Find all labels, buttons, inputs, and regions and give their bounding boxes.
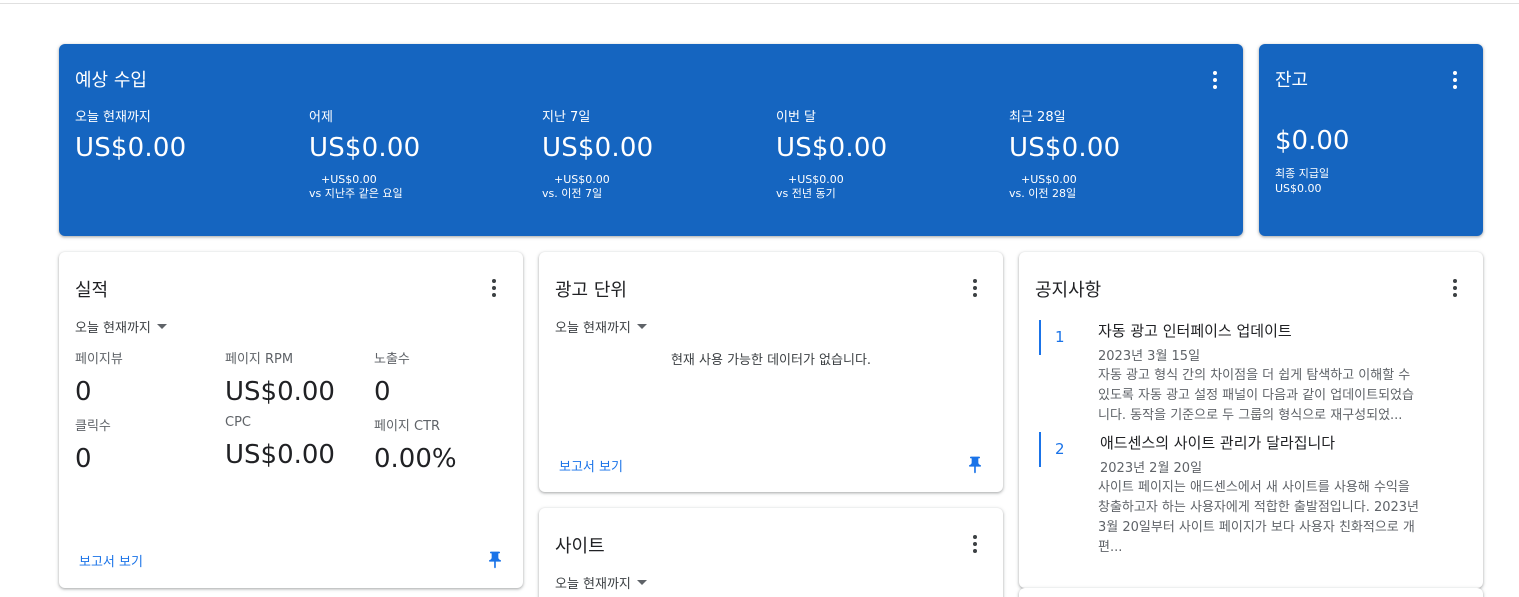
performance-range-dropdown[interactable]: 오늘 현재까지 [75,317,167,336]
sites-range-dropdown[interactable]: 오늘 현재까지 [555,573,647,592]
balance-more-icon[interactable] [1443,68,1467,92]
earnings-more-icon[interactable] [1203,68,1227,92]
notice-text-line: 사이트 페이지는 애드센스에서 새 사이트를 사용해 수익을 [1098,480,1410,495]
metric-value: US$0.00 [225,377,335,407]
metric-label: 페이지 RPM [225,352,294,367]
chevron-down-icon [636,580,647,585]
metric-delta: +US$0.00 [1021,173,1077,186]
notices-card: 공지사항 1 자동 광고 인터페이스 업데이트 2023년 3월 15일 자동 … [1019,252,1483,588]
last-payment-label: 최종 지급일 [1275,167,1330,180]
notice-text-line: 있도록 자동 광고 설정 패널이 다음과 같이 업데이트되었습 [1098,388,1414,403]
performance-more-icon[interactable] [482,276,506,300]
notice-number: 1 [1055,328,1065,346]
earnings-title: 예상 수입 [75,70,147,91]
metric-compare: vs. 이전 28일 [1009,187,1077,200]
metric-value: 0.00% [374,444,457,474]
ad-units-range-dropdown[interactable]: 오늘 현재까지 [555,317,647,336]
notice-title[interactable]: 자동 광고 인터페이스 업데이트 [1098,320,1468,341]
metric-value: US$0.00 [1009,133,1121,163]
balance-title: 잔고 [1275,70,1309,91]
metric-compare: vs 지난주 같은 요일 [309,187,403,200]
metric-delta: +US$0.00 [788,173,844,186]
notice-date: 2023년 3월 15일 [1098,349,1201,364]
notice-marker [1039,320,1041,355]
range-label: 오늘 현재까지 [555,577,631,592]
last-payment: 최종 지급일 US$0.00 [1275,166,1329,196]
metric-label: 최근 28일 [1009,110,1066,125]
notice-text-line: 편... [1098,540,1123,555]
metric-label: CPC [225,415,251,430]
metric-label: 어제 [309,110,333,125]
earnings-card: 예상 수입 오늘 현재까지 US$0.00 어제 US$0.00 +US$0.0… [59,44,1243,236]
metric-page-ctr: 페이지 CTR 0.00% [374,415,457,474]
pin-icon[interactable] [485,550,505,570]
metric-value: US$0.00 [542,133,654,163]
metric-label: 노출수 [374,352,410,367]
notice-title[interactable]: 애드센스의 사이트 관리가 달라집니다 [1100,432,1470,453]
top-divider [0,3,1519,4]
chevron-down-icon [156,324,167,329]
range-label: 오늘 현재까지 [75,321,151,336]
metric-label: 클릭수 [75,419,111,434]
ad-units-card: 광고 단위 오늘 현재까지 현재 사용 가능한 데이터가 없습니다. 보고서 보… [539,252,1003,492]
metric-cpc: CPC US$0.00 [225,415,335,470]
notice-text-line: 자동 광고 형식 간의 차이점을 더 쉽게 탐색하고 이해할 수 [1098,368,1411,383]
notice-marker [1039,432,1041,467]
chevron-down-icon [636,324,647,329]
balance-value: $0.00 [1275,126,1350,156]
view-report-link[interactable]: 보고서 보기 [79,551,143,570]
metric-label: 지난 7일 [542,110,591,125]
metric-value: US$0.00 [776,133,888,163]
performance-title: 실적 [75,280,109,301]
earnings-today: 오늘 현재까지 US$0.00 [75,106,305,163]
earnings-last-28-days: 최근 28일 US$0.00 +US$0.00 vs. 이전 28일 [1009,106,1239,201]
notice-text-line: 니다. 동작을 기준으로 두 그룹의 형식으로 재구성되었... [1098,408,1403,423]
notice-text: 자동 광고 형식 간의 차이점을 더 쉽게 탐색하고 이해할 수 있도록 자동 … [1098,366,1468,426]
metric-value: 0 [75,444,92,474]
earnings-yesterday: 어제 US$0.00 +US$0.00 vs 지난주 같은 요일 [309,106,539,201]
metric-clicks: 클릭수 0 [75,415,111,474]
metric-label: 페이지뷰 [75,352,123,367]
performance-card: 실적 오늘 현재까지 페이지뷰 0 페이지 RPM US$0.00 노출수 0 … [59,252,523,588]
notice-text-line: 창출하고자 하는 사용자에게 적합한 출발점입니다. 2023년 [1098,500,1419,515]
next-card-edge [1019,588,1483,597]
ad-units-title: 광고 단위 [555,280,627,301]
metric-delta: +US$0.00 [554,173,610,186]
earnings-this-month: 이번 달 US$0.00 +US$0.00 vs 전년 동기 [776,106,1006,201]
balance-card: 잔고 $0.00 최종 지급일 US$0.00 [1259,44,1483,236]
view-report-link[interactable]: 보고서 보기 [559,456,623,475]
metric-impressions: 노출수 0 [374,348,410,407]
ad-units-more-icon[interactable] [963,276,987,300]
sites-more-icon[interactable] [963,532,987,556]
metric-page-rpm: 페이지 RPM US$0.00 [225,348,335,407]
metric-label: 페이지 CTR [374,419,441,434]
notice-date: 2023년 2월 20일 [1100,461,1203,476]
metric-label: 오늘 현재까지 [75,110,151,125]
metric-value: US$0.00 [309,133,421,163]
metric-compare: vs 전년 동기 [776,187,836,200]
metric-value: US$0.00 [225,440,335,470]
notices-more-icon[interactable] [1443,276,1467,300]
notice-text-line: 3월 20일부터 사이트 페이지가 보다 사용자 친화적으로 개 [1098,520,1415,535]
pin-icon[interactable] [965,455,985,475]
notice-number: 2 [1055,440,1065,458]
metric-compare: vs. 이전 7일 [542,187,603,200]
range-label: 오늘 현재까지 [555,321,631,336]
metric-value: US$0.00 [75,133,187,163]
notices-title: 공지사항 [1035,280,1102,301]
last-payment-value: US$0.00 [1275,182,1322,195]
metric-value: 0 [374,377,391,407]
metric-delta: +US$0.00 [321,173,377,186]
metric-label: 이번 달 [776,110,817,125]
earnings-last-7-days: 지난 7일 US$0.00 +US$0.00 vs. 이전 7일 [542,106,772,201]
metric-pageviews: 페이지뷰 0 [75,348,123,407]
notice-text: 사이트 페이지는 애드센스에서 새 사이트를 사용해 수익을 창출하고자 하는 … [1098,478,1470,558]
empty-state-message: 현재 사용 가능한 데이터가 없습니다. [670,353,872,368]
metric-value: 0 [75,377,92,407]
sites-card: 사이트 오늘 현재까지 [539,508,1003,597]
sites-title: 사이트 [555,536,605,557]
